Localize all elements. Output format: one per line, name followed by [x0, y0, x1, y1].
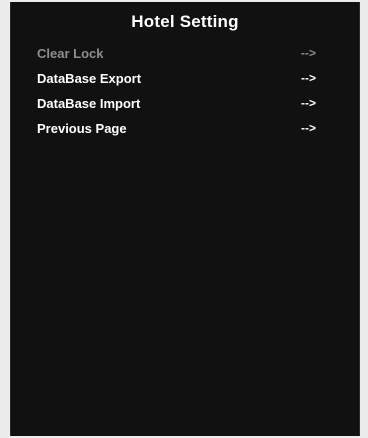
menu-item-previous-page[interactable]: Previous Page -->: [11, 119, 359, 144]
menu-item-label: Previous Page: [37, 121, 127, 136]
arrow-indicator: -->: [301, 96, 316, 110]
device-screen: Hotel Setting Clear Lock --> DataBase Ex…: [10, 2, 360, 436]
menu-item-label: DataBase Export: [37, 71, 142, 86]
page-title: Hotel Setting: [131, 12, 239, 31]
menu-item-label: Clear Lock: [37, 46, 104, 61]
arrow-indicator: -->: [301, 46, 316, 60]
arrow-indicator: -->: [301, 71, 316, 85]
menu-item-label: DataBase Import: [37, 96, 141, 111]
menu-item-database-import[interactable]: DataBase Import -->: [11, 94, 359, 119]
menu-item-clear-lock[interactable]: Clear Lock -->: [11, 44, 359, 69]
settings-menu: Clear Lock --> DataBase Export --> DataB…: [11, 44, 359, 144]
menu-item-database-export[interactable]: DataBase Export -->: [11, 69, 359, 94]
arrow-indicator: -->: [301, 121, 316, 135]
